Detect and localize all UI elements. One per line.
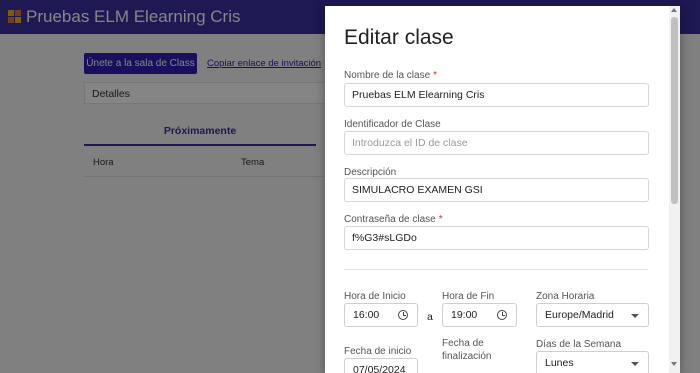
- weekdays-label: Días de la Semana: [536, 339, 622, 350]
- password-label: Contraseña de clase *: [344, 214, 443, 225]
- end-time-label: Hora de Fin: [442, 291, 495, 302]
- start-time-value: 16:00: [353, 309, 380, 321]
- section-divider: [344, 269, 648, 270]
- scroll-down-icon[interactable]: [671, 362, 677, 366]
- class-id-label: Identificador de Clase: [344, 119, 441, 130]
- time-range-separator: a: [427, 311, 433, 323]
- dropdown-caret-icon: [631, 362, 639, 366]
- end-time-input[interactable]: 19:00: [442, 303, 517, 327]
- timezone-label: Zona Horaria: [536, 291, 595, 302]
- required-marker: *: [438, 214, 443, 225]
- start-date-input[interactable]: 07/05/2024: [344, 358, 418, 373]
- scroll-up-icon[interactable]: [671, 8, 677, 12]
- class-id-field[interactable]: Introduzca el ID de clase: [344, 131, 649, 155]
- dialog-title: Editar clase: [344, 26, 454, 49]
- start-time-input[interactable]: 16:00: [344, 303, 418, 327]
- clock-icon[interactable]: [497, 310, 507, 320]
- password-field[interactable]: f%G3#sLGDo: [344, 226, 649, 250]
- start-date-value: 07/05/2024: [353, 364, 406, 373]
- end-time-value: 19:00: [451, 309, 478, 321]
- class-name-label: Nombre de la clase *: [344, 70, 438, 81]
- dialog-scrollbar[interactable]: [669, 6, 680, 373]
- end-date-label: Fecha de finalización: [442, 338, 492, 362]
- description-label: Descripción: [344, 167, 397, 178]
- class-name-field[interactable]: Pruebas ELM Elearning Cris: [344, 83, 649, 107]
- dropdown-caret-icon: [631, 314, 639, 318]
- start-time-label: Hora de Inicio: [344, 291, 406, 302]
- required-marker: *: [433, 70, 438, 81]
- timezone-value: Europe/Madrid: [545, 309, 614, 321]
- weekdays-value: Lunes: [545, 357, 574, 369]
- edit-class-dialog: Editar clase Nombre de la clase * Pruebas…: [325, 6, 680, 373]
- clock-icon[interactable]: [398, 310, 408, 320]
- weekdays-select[interactable]: Lunes: [536, 351, 649, 373]
- scrollbar-thumb[interactable]: [671, 17, 678, 204]
- description-field[interactable]: SIMULACRO EXAMEN GSI: [344, 178, 649, 202]
- timezone-select[interactable]: Europe/Madrid: [536, 303, 649, 327]
- start-date-label: Fecha de inicio: [344, 346, 412, 357]
